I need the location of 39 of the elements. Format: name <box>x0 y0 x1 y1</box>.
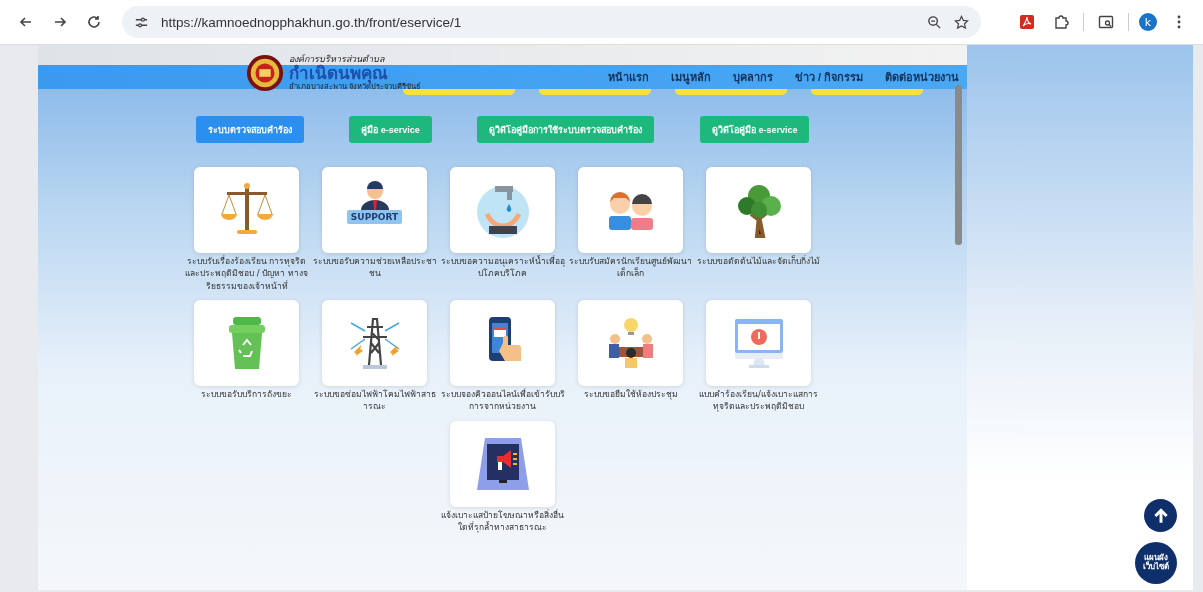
service-card[interactable] <box>450 299 555 386</box>
service-label[interactable]: แจ้งเบาะแสป้ายโฆษณาหรือสิ่งอื่นใดที่รุกล้ำทางสาธารณะ <box>440 508 565 534</box>
support-label: SUPPORT <box>346 210 403 224</box>
sitemap-button[interactable]: แผนผัง เว็บไซต์ <box>1135 542 1177 584</box>
service-label[interactable]: ระบบจองคิวออนไลน์เพื่อเข้ารับบริการจากหน่วยงาน <box>440 387 565 413</box>
service-label[interactable]: ระบบขอยืมใช้ห้องประชุม <box>568 387 693 401</box>
nav-link[interactable]: บุคลากร <box>732 68 773 86</box>
nav-link[interactable]: ข่าว / กิจกรรม <box>794 68 863 86</box>
puzzle-icon[interactable] <box>1053 14 1069 30</box>
org-type-text: องค์การบริหารส่วนตำบล <box>289 55 385 65</box>
service-card[interactable]: SUPPORT <box>322 167 427 253</box>
pdf-extension-icon[interactable] <box>1019 14 1035 30</box>
service-label[interactable]: แบบคำร้องเรียน/แจ้งเบาะแสการทุจริตและประพฤติมิชอบ <box>696 387 821 413</box>
nav-link[interactable]: เมนูหลัก <box>670 68 711 86</box>
address-bar[interactable]: https://kamnoednopphakhun.go.th/front/eservice/1 <box>122 6 981 38</box>
reload-icon[interactable] <box>86 14 102 30</box>
service-label[interactable]: ระบบรับเรื่องร้องเรียน การทุจริตและประพฤติมิชอบ / ปัญหา ทางจริยธรรมของเจ้าหน้าที่ <box>184 255 309 292</box>
service-label[interactable]: ระบบขอรับความช่วยเหลือประชาชน <box>312 255 437 280</box>
scrollbar-thumb[interactable] <box>955 85 962 245</box>
service-card[interactable] <box>322 299 427 386</box>
nav-link[interactable]: หน้าแรก <box>607 68 649 86</box>
service-card[interactable] <box>450 167 555 253</box>
service-card[interactable] <box>578 299 683 386</box>
tab-search-icon[interactable] <box>1098 14 1114 30</box>
emblem-icon <box>246 54 284 92</box>
service-label[interactable]: ระบบรับสมัครนักเรียนศูนย์พัฒนาเด็กเล็ก <box>568 255 693 280</box>
zoom-icon[interactable] <box>927 14 942 30</box>
service-label[interactable]: ระบบขอซ่อมไฟฟ้าโคมไฟฟ้าสาธารณะ <box>312 387 437 413</box>
nav-link[interactable]: ติดต่อหน่วยงาน <box>885 68 959 86</box>
service-label[interactable]: ระบบขอตัดต้นไม้และจัดเก็บกิ่งไม้ <box>696 255 821 268</box>
service-label[interactable]: ระบบขอความอนุเคราะห์น้ำเพื่ออุปโภคบริโภค <box>440 255 565 280</box>
service-label[interactable]: ระบบขอรับบริการถังขยะ <box>184 387 309 401</box>
profile-avatar[interactable]: k <box>1139 13 1157 31</box>
service-card[interactable] <box>450 420 555 507</box>
back-to-top-button[interactable] <box>1144 499 1177 532</box>
org-name-text: กำเนิดนพคุณ <box>289 64 388 83</box>
service-card[interactable] <box>194 167 299 253</box>
star-icon[interactable] <box>954 14 969 30</box>
url-text: https://kamnoednopphakhun.go.th/front/eservice/1 <box>161 14 462 30</box>
